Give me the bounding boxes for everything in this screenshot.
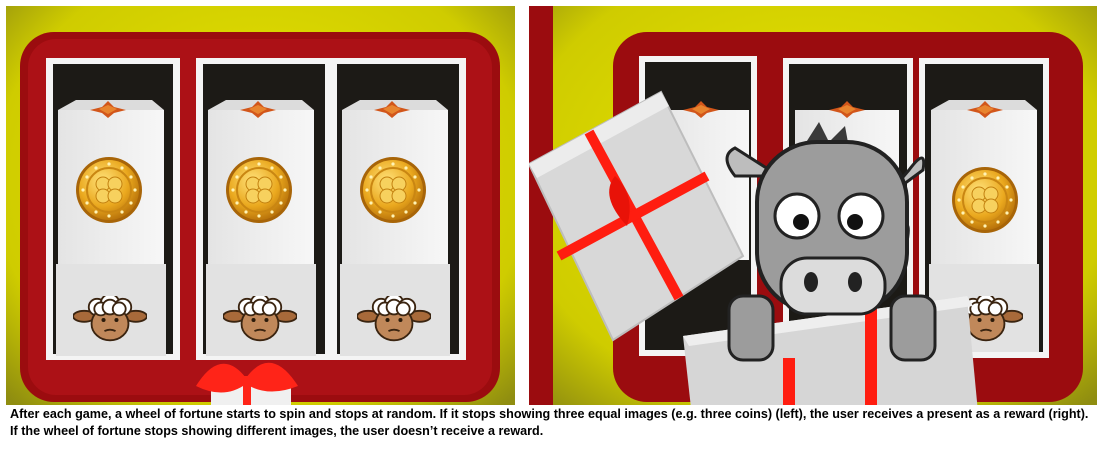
reel-2 [196, 58, 332, 360]
coin-symbol [951, 166, 1019, 234]
slot-machine-three-coins [6, 6, 515, 444]
coin-symbol [75, 156, 143, 224]
reel-1 [46, 58, 180, 360]
coin-symbol [225, 156, 293, 224]
slot-machine-reward-present [529, 6, 1097, 444]
reel-3 [330, 58, 466, 360]
figure-caption: After each game, a wheel of fortune star… [6, 405, 1099, 444]
left-photo-panel [6, 6, 515, 444]
coin-symbol [359, 156, 427, 224]
right-photo-panel [529, 6, 1097, 444]
